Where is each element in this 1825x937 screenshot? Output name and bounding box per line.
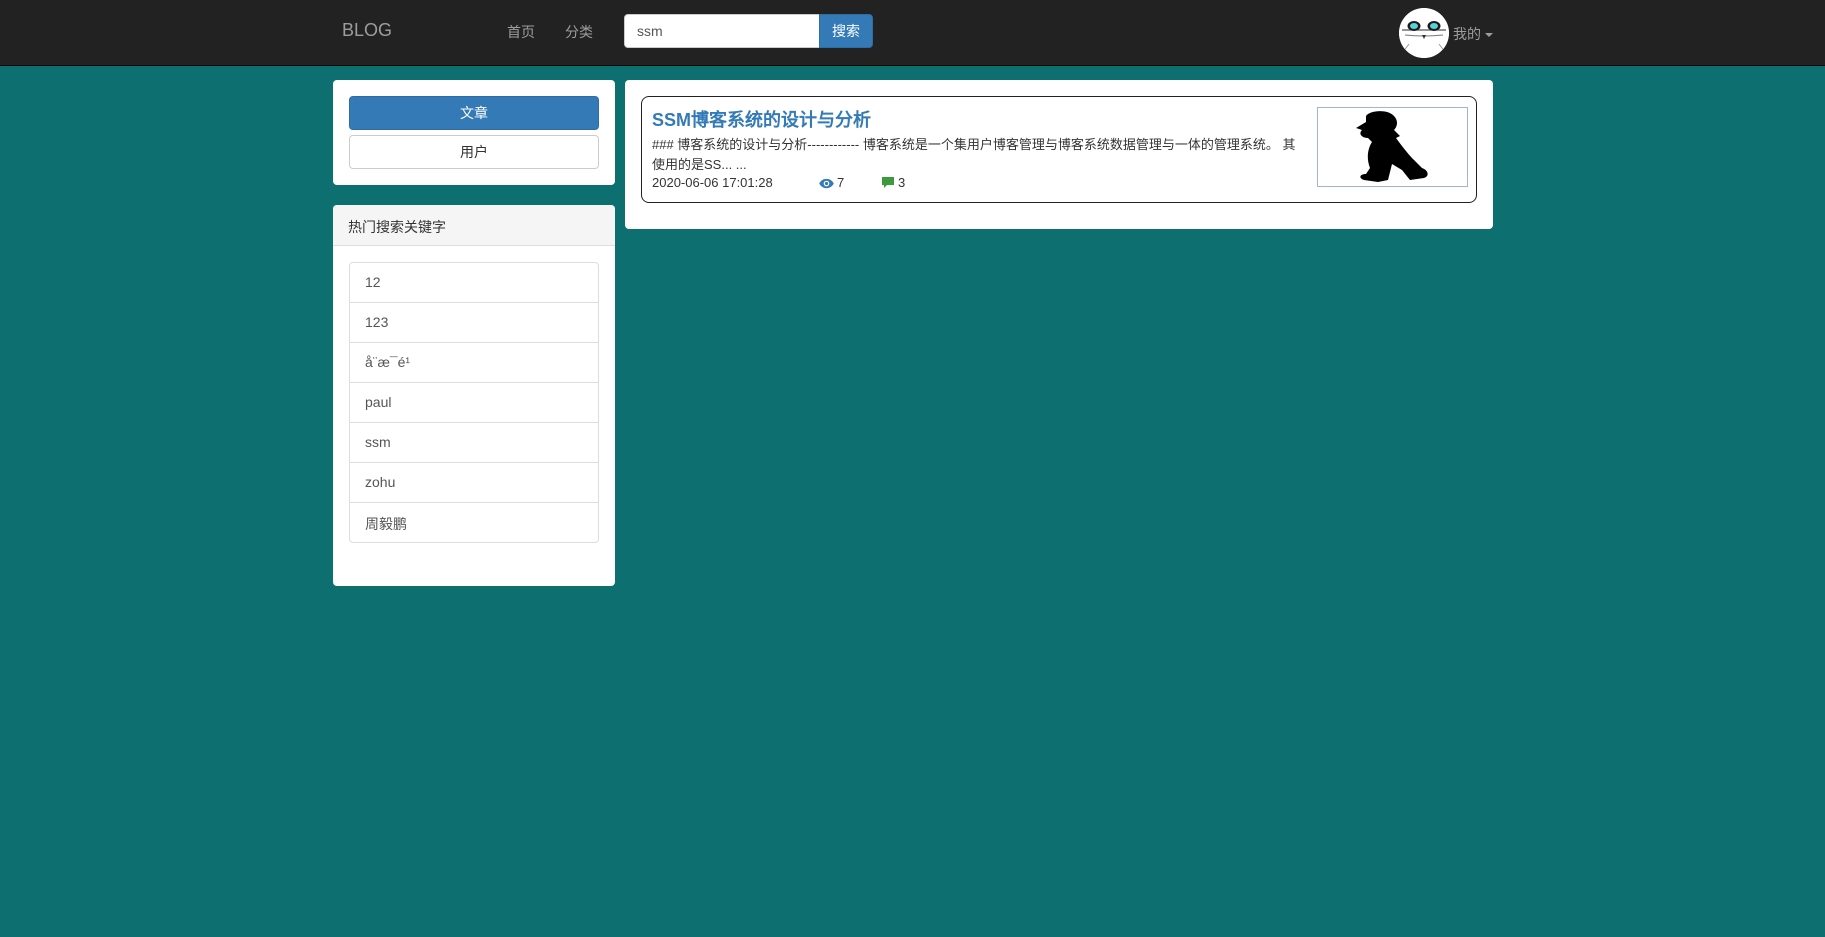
nav-link-home[interactable]: 首页	[507, 22, 535, 42]
article-title[interactable]: SSM博客系统的设计与分析	[652, 106, 871, 132]
hot-keywords-panel: 热门搜索关键字 12 123 å¨æ¯é¹ paul ssm zohu 周…	[333, 205, 615, 586]
article-views-count: 7	[837, 175, 844, 190]
keyword-item[interactable]: 12	[349, 262, 599, 303]
tab-articles[interactable]: 文章	[349, 96, 599, 130]
top-navbar: BLOG 首页 分类 搜索 我的	[0, 0, 1825, 66]
keyword-item[interactable]: zohu	[349, 462, 599, 503]
hot-keywords-title: 热门搜索关键字	[333, 205, 615, 246]
search-button[interactable]: 搜索	[819, 14, 873, 48]
nav-link-category[interactable]: 分类	[565, 22, 593, 42]
article-results-panel: SSM博客系统的设计与分析 ### 博客系统的设计与分析------------…	[625, 80, 1493, 229]
user-menu-dropdown[interactable]: 我的	[1453, 24, 1493, 44]
tab-users[interactable]: 用户	[349, 135, 599, 169]
user-avatar[interactable]	[1399, 8, 1449, 58]
comment-icon	[881, 176, 895, 189]
article-thumbnail[interactable]	[1317, 107, 1468, 187]
brand-logo[interactable]: BLOG	[342, 20, 392, 41]
article-views: 7	[819, 175, 844, 190]
user-menu-label: 我的	[1453, 26, 1481, 42]
avatar-image	[1399, 8, 1449, 58]
article-card[interactable]: SSM博客系统的设计与分析 ### 博客系统的设计与分析------------…	[641, 96, 1477, 203]
keyword-item[interactable]: 周毅鹏	[349, 502, 599, 543]
hot-keywords-list: 12 123 å¨æ¯é¹ paul ssm zohu 周毅鹏	[349, 262, 599, 542]
keyword-item[interactable]: paul	[349, 382, 599, 423]
article-date: 2020-06-06 17:01:28	[652, 175, 773, 190]
caret-down-icon	[1485, 33, 1493, 37]
search-input[interactable]	[624, 14, 820, 48]
keyword-item[interactable]: ssm	[349, 422, 599, 463]
silhouette-image	[1318, 108, 1467, 186]
article-comments: 3	[881, 175, 905, 190]
article-comments-count: 3	[898, 175, 905, 190]
article-summary: ### 博客系统的设计与分析------------ 博客系统是一个集用户博客管…	[652, 135, 1308, 175]
sidebar-tabs-panel: 文章 用户	[333, 80, 615, 185]
keyword-item[interactable]: å¨æ¯é¹	[349, 342, 599, 383]
keyword-item[interactable]: 123	[349, 302, 599, 343]
eye-icon	[819, 178, 834, 189]
